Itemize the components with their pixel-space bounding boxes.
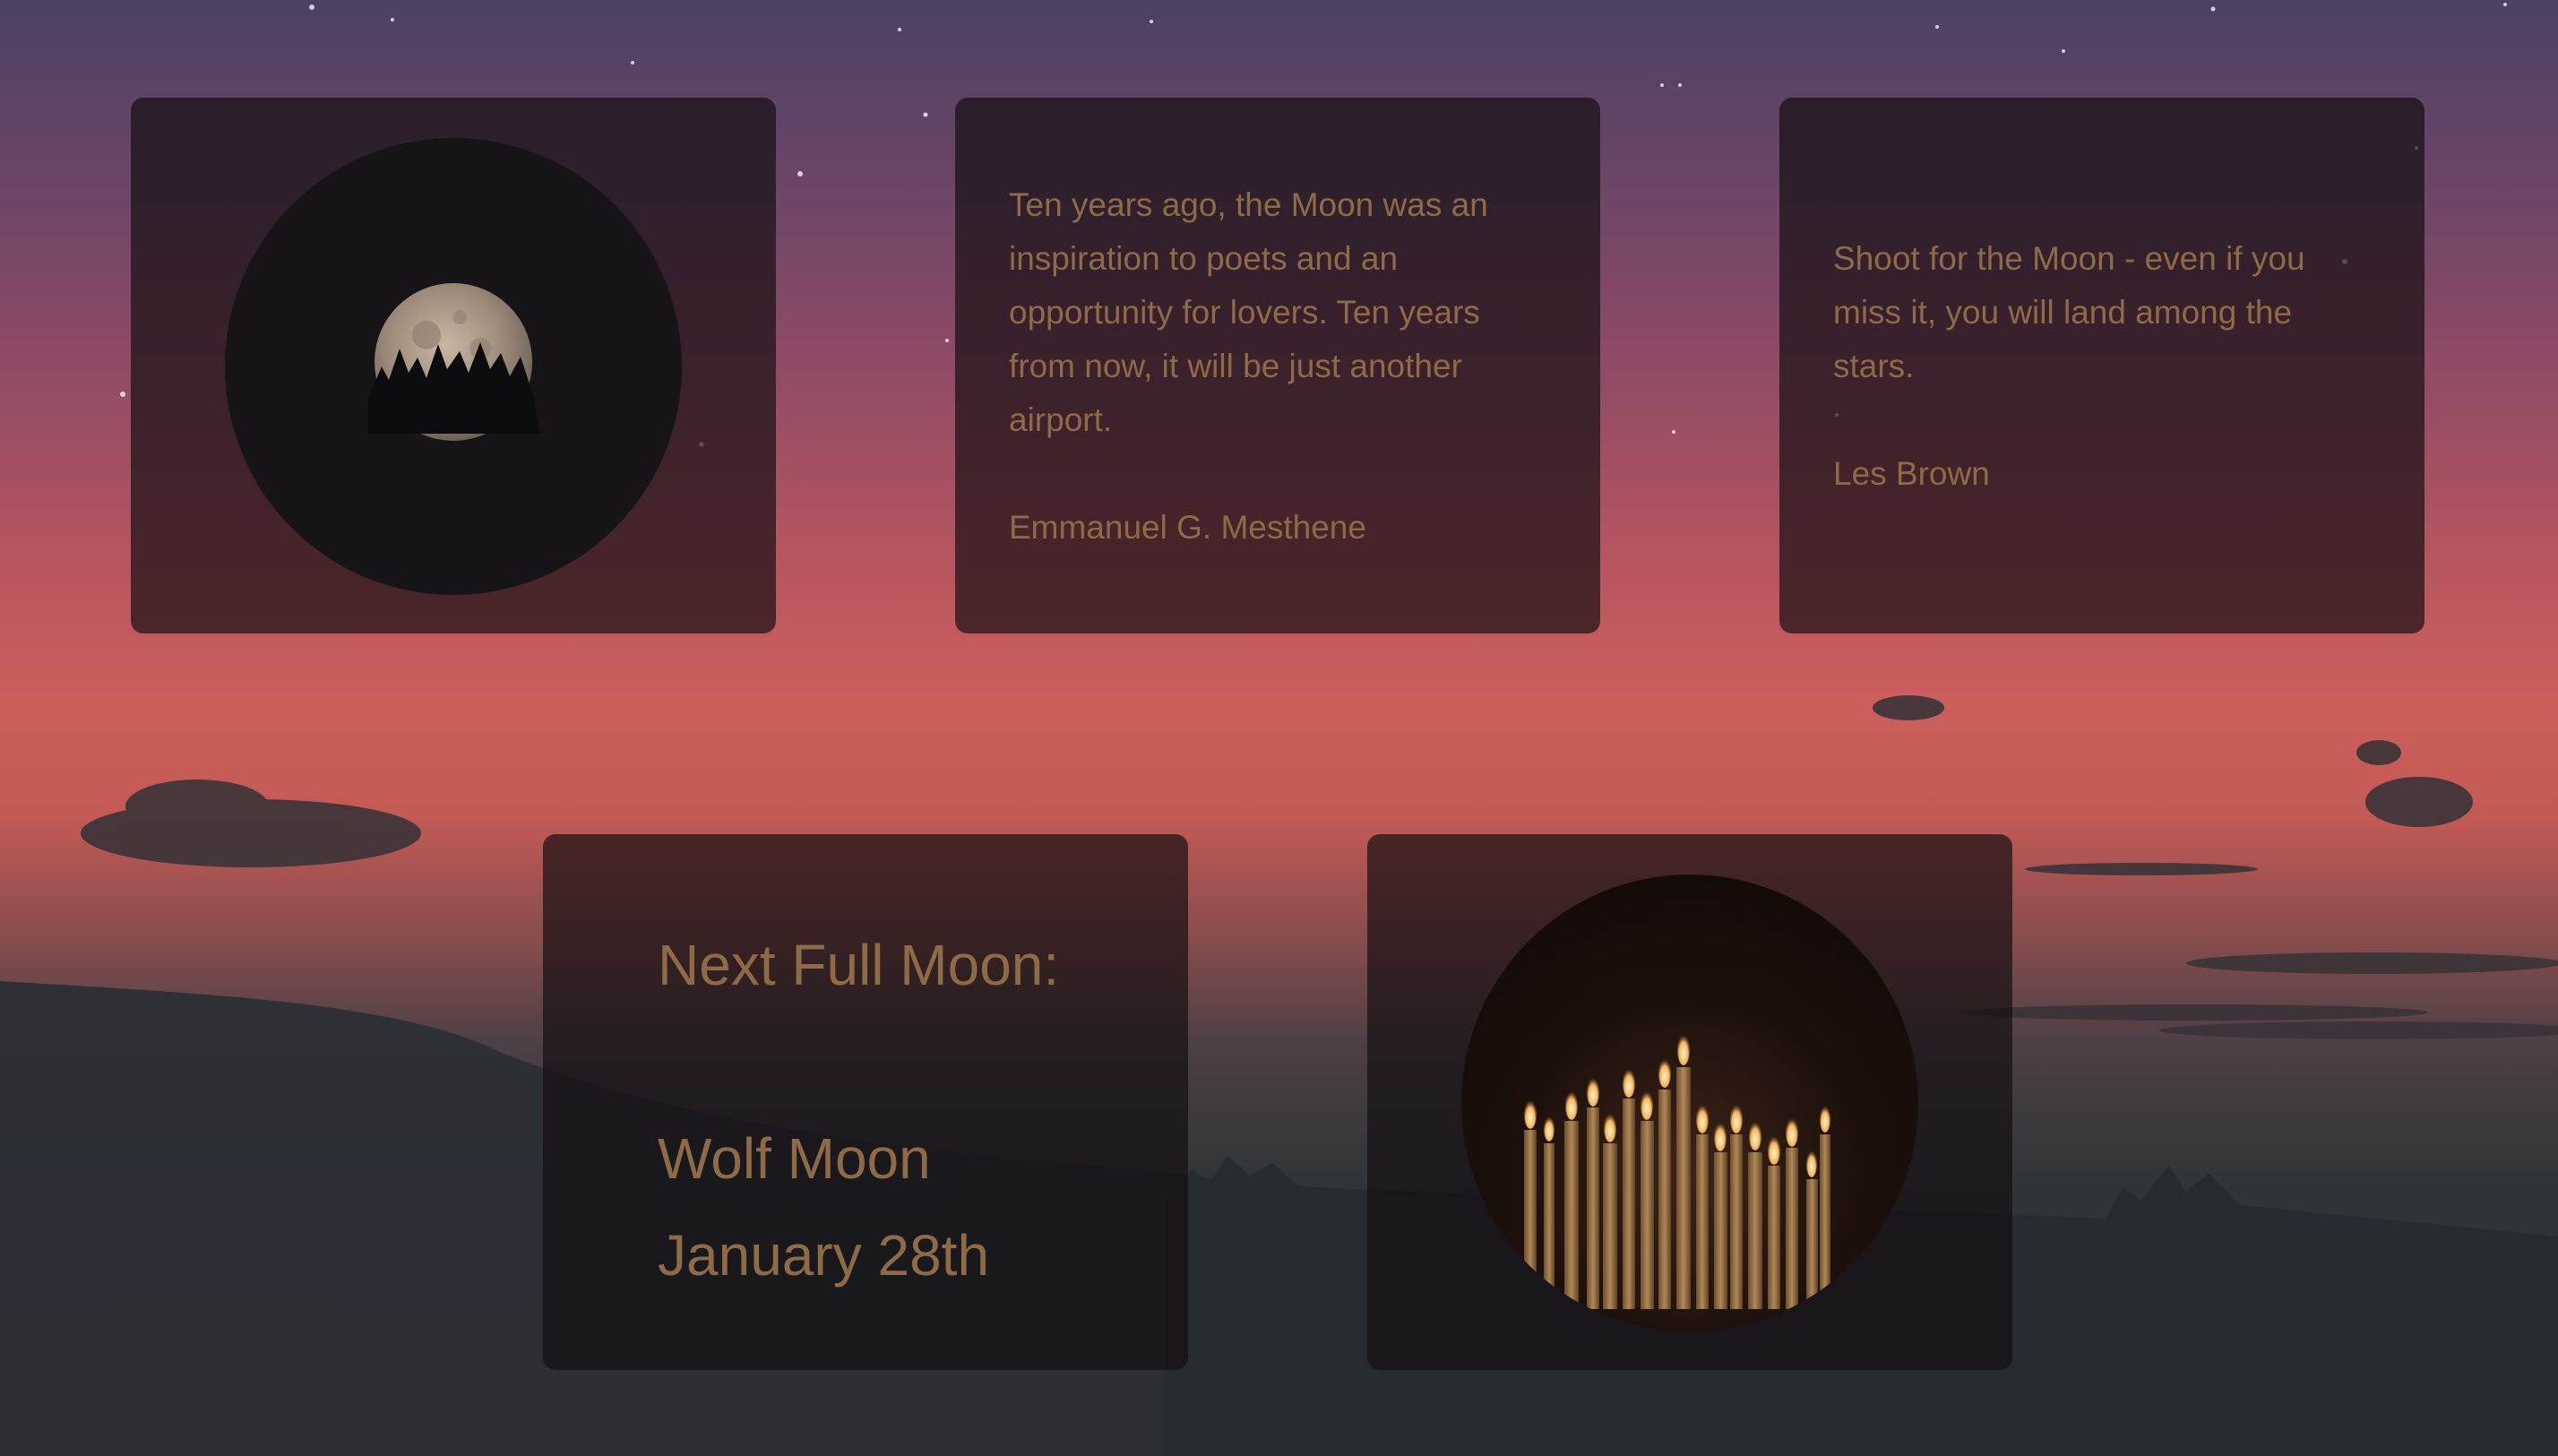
- quote-block: Ten years ago, the Moon was an inspirati…: [1009, 178, 1546, 555]
- candles-photo: [1461, 874, 1918, 1331]
- moon-name: Wolf Moon: [658, 1126, 931, 1191]
- moon-date: January 28th: [658, 1223, 990, 1288]
- quote-text: Shoot for the Moon - even if you miss it…: [1833, 240, 2305, 384]
- clouds: [81, 695, 2558, 1039]
- quote-card-mesthene: Ten years ago, the Moon was an inspirati…: [955, 98, 1600, 633]
- quote-author: Les Brown: [1833, 455, 1990, 492]
- next-full-moon-heading: Next Full Moon:: [658, 933, 1060, 997]
- candles-photo-card: [1367, 834, 2012, 1370]
- next-full-moon-card: Next Full Moon: Wolf Moon January 28th: [543, 834, 1188, 1370]
- moon-photo: [225, 138, 682, 595]
- page: { "background": { "description_icon": "s…: [0, 0, 2558, 1456]
- quote-card-les-brown: Shoot for the Moon - even if you miss it…: [1779, 98, 2425, 633]
- next-full-moon-info: Next Full Moon: Wolf Moon January 28th: [658, 917, 1152, 1304]
- full-moon-over-trees-image: [368, 283, 540, 441]
- moon-photo-card: [131, 98, 776, 633]
- quote-author: Emmanuel G. Mesthene: [1009, 509, 1366, 546]
- quote-block: Shoot for the Moon - even if you miss it…: [1833, 232, 2371, 501]
- lit-candles-image: [1524, 1035, 1830, 1309]
- quote-text: Ten years ago, the Moon was an inspirati…: [1009, 186, 1488, 438]
